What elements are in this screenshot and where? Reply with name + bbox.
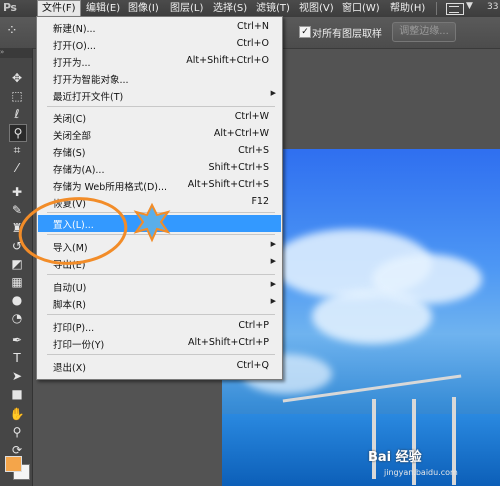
zoom-level-partial: 33 — [487, 2, 499, 12]
menu-item-save-for-web[interactable]: 存储为 Web所用格式(D)... Alt+Shift+Ctrl+S — [38, 177, 281, 194]
menu-item-exit[interactable]: 退出(X) Ctrl+Q — [38, 358, 281, 375]
menu-select[interactable]: 选择(S) — [209, 0, 251, 17]
menu-item-open-smart-object[interactable]: 打开为智能对象... — [38, 70, 281, 87]
submenu-arrow-icon: ▶ — [270, 280, 276, 288]
menu-item-close[interactable]: 关闭(C) Ctrl+W — [38, 109, 281, 126]
menu-separator — [436, 2, 437, 15]
gradient-tool-icon[interactable]: ▦ — [9, 274, 25, 290]
menu-view[interactable]: 视图(V) — [295, 0, 338, 17]
move-tool-icon[interactable]: ✥ — [9, 70, 25, 86]
menu-item-revert[interactable]: 恢复(V) F12 — [38, 194, 281, 211]
menu-image[interactable]: 图像(I) — [124, 0, 163, 17]
baidu-jingyan-watermark: Bai 经验 — [368, 450, 422, 465]
menu-bar: Ps 文件(F) 编辑(E) 图像(I) 图层(L) 选择(S) 滤镜(T) 视… — [0, 0, 500, 17]
menu-item-save[interactable]: 存储(S) Ctrl+S — [38, 143, 281, 160]
chevron-down-icon[interactable]: ▼ — [466, 1, 473, 11]
sample-all-layers-checkbox[interactable]: ✓ — [299, 26, 311, 38]
menu-item-close-all[interactable]: 关闭全部 Alt+Ctrl+W — [38, 126, 281, 143]
submenu-arrow-icon: ▶ — [270, 240, 276, 248]
menu-item-open-as[interactable]: 打开为... Alt+Shift+Ctrl+O — [38, 53, 281, 70]
zoom-tool-icon[interactable]: ⚲ — [9, 424, 25, 440]
menu-item-place[interactable]: 置入(L)... — [38, 215, 281, 232]
path-selection-tool-icon[interactable]: ➤ — [9, 368, 25, 384]
menu-window[interactable]: 窗口(W) — [338, 0, 384, 17]
crop-tool-icon[interactable]: ⌗ — [9, 142, 25, 158]
submenu-arrow-icon: ▶ — [270, 297, 276, 305]
menu-separator — [47, 354, 275, 355]
menu-item-export[interactable]: 导出(E) ▶ — [38, 255, 281, 272]
refine-edge-button[interactable]: 调整边缘... — [392, 22, 456, 42]
menu-item-recent-files[interactable]: 最近打开文件(T) ▶ — [38, 87, 281, 104]
menu-filter[interactable]: 滤镜(T) — [252, 0, 294, 17]
pen-tool-icon[interactable]: ✒ — [9, 332, 25, 348]
sample-all-layers-label: 对所有图层取样 — [312, 29, 382, 40]
hand-tool-icon[interactable]: ✋ — [9, 406, 25, 422]
brush-tool-icon[interactable]: ✎ — [9, 202, 25, 218]
baidu-jingyan-url: jingyan.baidu.com — [384, 468, 458, 477]
dodge-tool-icon[interactable]: ◔ — [9, 310, 25, 326]
tools-panel-grip[interactable]: » — [0, 48, 32, 58]
menu-item-automate[interactable]: 自动(U) ▶ — [38, 278, 281, 295]
screen-mode-icon[interactable] — [446, 3, 464, 15]
submenu-arrow-icon: ▶ — [270, 257, 276, 265]
menu-separator — [47, 212, 275, 213]
shape-tool-icon[interactable]: ■ — [9, 386, 25, 402]
menu-item-new[interactable]: 新建(N)... Ctrl+N — [38, 19, 281, 36]
menu-help[interactable]: 帮助(H) — [386, 0, 429, 17]
menu-file[interactable]: 文件(F) — [37, 0, 81, 17]
blur-tool-icon[interactable]: ● — [9, 292, 25, 308]
menu-layer[interactable]: 图层(L) — [166, 0, 207, 17]
tools-panel: » ✥ ⬚ ℓ ⚲ ⌗ ⁄ ✚ ✎ ♜ ↺ ◩ ▦ ● ◔ ✒ T ➤ ■ ✋ … — [0, 48, 33, 486]
lasso-tool-icon[interactable]: ℓ — [9, 106, 25, 122]
photoshop-logo: Ps — [3, 1, 17, 14]
foreground-color-swatch[interactable] — [5, 456, 22, 472]
menu-separator — [47, 234, 275, 235]
healing-brush-tool-icon[interactable]: ✚ — [9, 184, 25, 200]
menu-item-scripts[interactable]: 脚本(R) ▶ — [38, 295, 281, 312]
menu-item-print-one-copy[interactable]: 打印一份(Y) Alt+Shift+Ctrl+P — [38, 335, 281, 352]
history-brush-tool-icon[interactable]: ↺ — [9, 238, 25, 254]
clone-stamp-tool-icon[interactable]: ♜ — [9, 220, 25, 236]
marquee-tool-icon[interactable]: ⬚ — [9, 88, 25, 104]
eraser-tool-icon[interactable]: ◩ — [9, 256, 25, 272]
quick-selection-preset-icon[interactable]: ⁘ — [6, 23, 32, 43]
menu-item-import[interactable]: 导入(M) ▶ — [38, 238, 281, 255]
menu-separator — [47, 106, 275, 107]
submenu-arrow-icon: ▶ — [270, 89, 276, 97]
quick-selection-tool-icon[interactable]: ⚲ — [9, 124, 27, 142]
menu-item-print[interactable]: 打印(P)... Ctrl+P — [38, 318, 281, 335]
menu-edit[interactable]: 编辑(E) — [82, 0, 124, 17]
file-menu-dropdown: 新建(N)... Ctrl+N 打开(O)... Ctrl+O 打开为... A… — [36, 16, 283, 380]
menu-item-open[interactable]: 打开(O)... Ctrl+O — [38, 36, 281, 53]
menu-separator — [47, 274, 275, 275]
type-tool-icon[interactable]: T — [9, 350, 25, 366]
menu-separator — [47, 314, 275, 315]
eyedropper-tool-icon[interactable]: ⁄ — [9, 160, 25, 176]
menu-item-save-as[interactable]: 存储为(A)... Shift+Ctrl+S — [38, 160, 281, 177]
